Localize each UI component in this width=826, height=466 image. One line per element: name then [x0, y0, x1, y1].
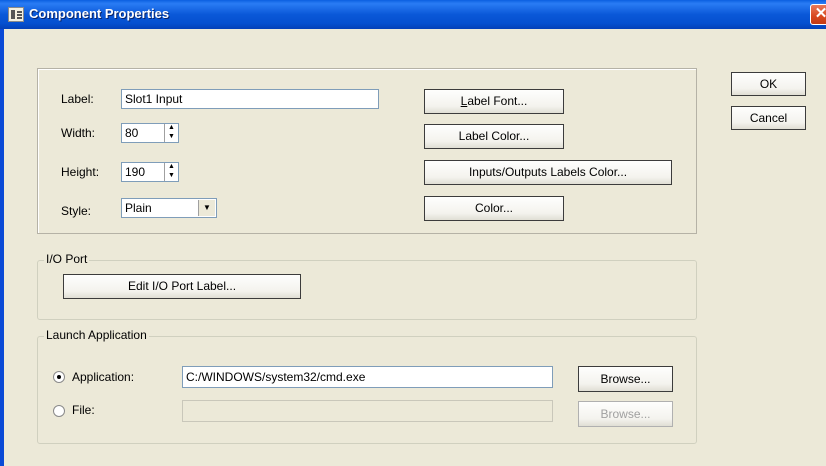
io-labels-color-button[interactable]: Inputs/Outputs Labels Color... [424, 160, 672, 185]
spin-up-icon[interactable]: ▲ [165, 124, 178, 133]
application-browse-text: Browse... [600, 372, 651, 386]
label-caption: Label: [61, 92, 94, 106]
application-path-input[interactable]: C:/WINDOWS/system32/cmd.exe [182, 366, 553, 388]
application-label[interactable]: Application: [72, 370, 134, 384]
ok-button[interactable]: OK [731, 72, 806, 96]
component-properties-icon [8, 7, 24, 22]
style-value: Plain [125, 201, 152, 215]
edit-io-port-label-text: Edit I/O Port Label... [127, 279, 237, 293]
color-button[interactable]: Color... [424, 196, 564, 221]
width-stepper[interactable]: 80 ▲ ▼ [121, 123, 179, 143]
close-icon[interactable]: ✕ [810, 4, 826, 25]
window-frame [0, 29, 4, 466]
width-spin-buttons[interactable]: ▲ ▼ [164, 124, 178, 142]
label-color-text: Label Color... [458, 129, 530, 143]
chevron-down-icon[interactable]: ▼ [198, 200, 215, 216]
width-value: 80 [125, 126, 139, 140]
spin-up-icon[interactable]: ▲ [165, 163, 178, 172]
cancel-text: Cancel [749, 111, 788, 125]
edit-io-port-label-button[interactable]: Edit I/O Port Label... [63, 274, 301, 299]
label-font-text: abel Font... [467, 94, 528, 108]
io-port-group-label: I/O Port [44, 252, 90, 266]
file-browse-text: Browse... [600, 407, 651, 421]
window-title: Component Properties [29, 6, 170, 21]
file-path-input [182, 400, 553, 422]
label-input[interactable]: Slot1 Input [121, 89, 379, 109]
label-color-button[interactable]: Label Color... [424, 124, 564, 149]
label-font-button[interactable]: Label Font... [424, 89, 564, 114]
height-caption: Height: [61, 165, 100, 179]
width-caption: Width: [61, 126, 96, 140]
style-select[interactable]: Plain ▼ [121, 198, 217, 218]
cancel-button[interactable]: Cancel [731, 106, 806, 130]
title-bar: Component Properties ✕ [0, 0, 826, 29]
application-radio[interactable] [53, 371, 65, 383]
file-browse-button: Browse... [578, 401, 673, 427]
file-radio[interactable] [53, 405, 65, 417]
launch-application-group-label: Launch Application [44, 328, 149, 342]
file-label[interactable]: File: [72, 403, 95, 417]
height-stepper[interactable]: 190 ▲ ▼ [121, 162, 179, 182]
ok-text: OK [759, 77, 778, 91]
spin-down-icon[interactable]: ▼ [165, 172, 178, 181]
spin-down-icon[interactable]: ▼ [165, 133, 178, 142]
color-text: Color... [474, 201, 513, 215]
height-spin-buttons[interactable]: ▲ ▼ [164, 163, 178, 181]
application-browse-button[interactable]: Browse... [578, 366, 673, 392]
io-labels-color-text: Inputs/Outputs Labels Color... [468, 165, 628, 179]
height-value: 190 [125, 165, 146, 179]
style-caption: Style: [61, 204, 92, 218]
